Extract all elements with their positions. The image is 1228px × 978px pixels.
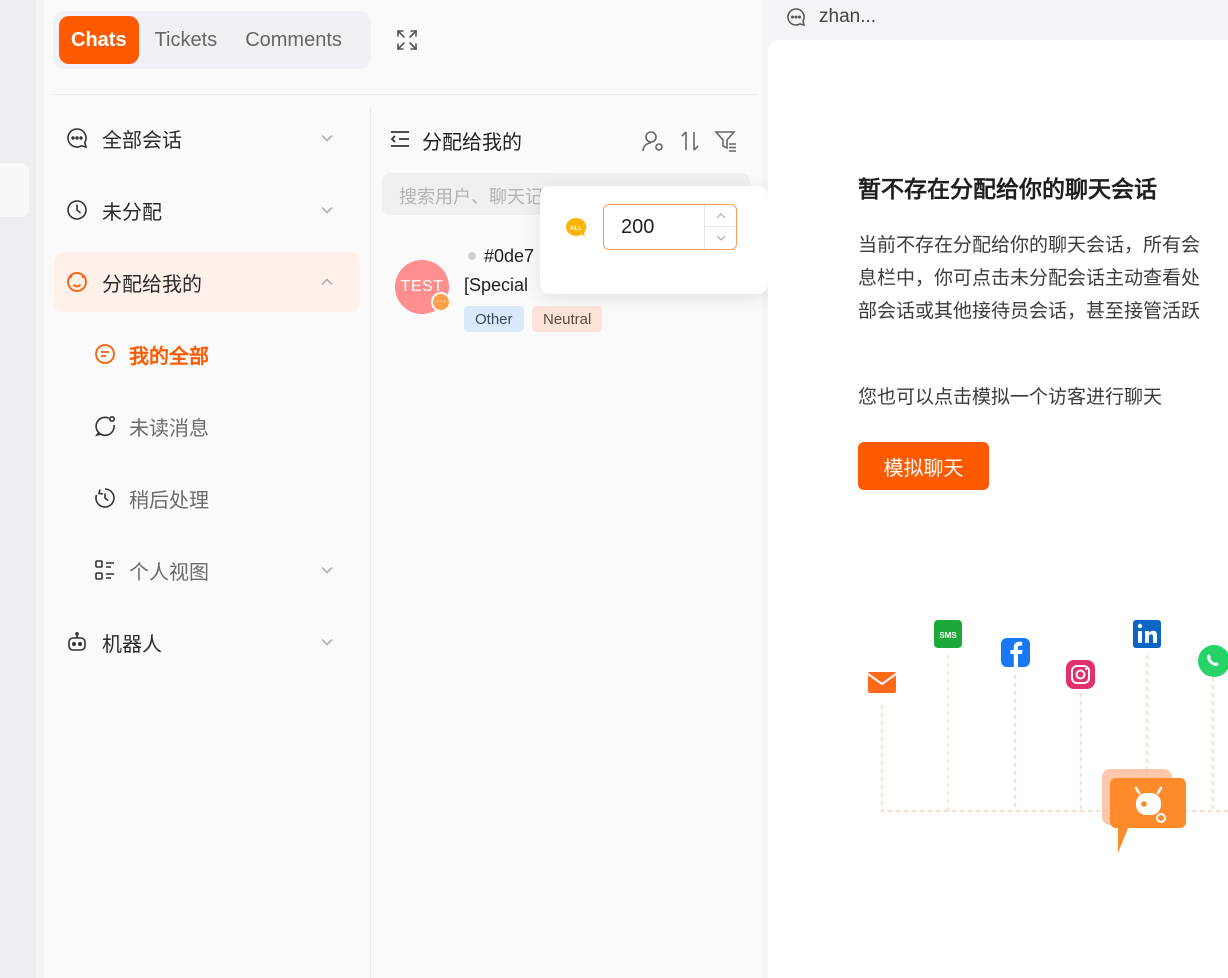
list-title: 分配给我的 xyxy=(422,132,522,154)
nav-subitem-my-all[interactable]: 我的全部 xyxy=(54,324,360,384)
number-stepper xyxy=(704,205,736,249)
divider xyxy=(370,108,371,978)
svg-text:SMS: SMS xyxy=(939,631,957,640)
clock-icon xyxy=(67,200,87,220)
brand-logo-icon xyxy=(1102,769,1186,853)
tag-label: Neutral xyxy=(532,306,603,332)
assign-user-icon[interactable] xyxy=(641,129,665,153)
chevron-down-icon xyxy=(321,206,333,214)
status-dot xyxy=(468,252,476,260)
channels-illustration: SMS xyxy=(860,620,1228,853)
edge-strip xyxy=(0,0,36,978)
history-clock-icon xyxy=(95,488,115,508)
edge-tab[interactable] xyxy=(0,163,29,217)
increment-button[interactable] xyxy=(705,205,736,227)
nav-label: 未分配 xyxy=(102,201,162,224)
tab-tickets[interactable]: Tickets xyxy=(143,16,230,64)
sms-icon: SMS xyxy=(934,620,962,648)
list-header: 分配给我的 xyxy=(388,124,748,156)
empty-state-hint: 您也可以点击模拟一个访客进行聊天 xyxy=(858,387,1163,408)
search-placeholder: 搜索用户、聊天记 xyxy=(399,187,543,207)
agent-name: zhan... xyxy=(819,6,877,27)
tab-chats[interactable]: Chats xyxy=(59,16,139,64)
nav-label: 未读消息 xyxy=(129,417,209,440)
chevron-down-icon xyxy=(716,235,726,241)
email-icon xyxy=(860,661,904,705)
nav-item-all-chats[interactable]: 全部会话 xyxy=(54,108,360,168)
smile-icon xyxy=(67,272,87,292)
limit-number-input[interactable]: 200 xyxy=(603,204,737,250)
chat-header: zhan... xyxy=(768,0,1228,40)
whatsapp-icon xyxy=(1198,645,1228,677)
facebook-icon xyxy=(1001,638,1030,667)
chat-badge-icon: ··· xyxy=(431,292,451,312)
chevron-up-icon xyxy=(321,278,333,286)
view-list-icon xyxy=(95,560,114,580)
all-badge-icon: ALL xyxy=(566,217,587,237)
description-line: 当前不存在分配给你的聊天会话，所有会 xyxy=(858,235,1201,256)
nav-label: 全部会话 xyxy=(102,129,182,152)
nav-label: 分配给我的 xyxy=(102,273,202,296)
empty-state-title: 暂不存在分配给你的聊天会话 xyxy=(858,176,1157,202)
filter-icon[interactable] xyxy=(714,129,738,153)
empty-state-description: 当前不存在分配给你的聊天会话，所有会 息栏中，你可点击未分配会话主动查看处 部会… xyxy=(858,229,1228,328)
sort-icon[interactable] xyxy=(678,129,702,153)
chevron-down-icon xyxy=(321,638,333,646)
limit-value: 200 xyxy=(621,216,655,238)
chat-bubble-icon xyxy=(787,8,806,27)
nav-subitem-personal-view[interactable]: 个人视图 xyxy=(54,540,360,600)
chevron-down-icon xyxy=(321,134,333,142)
svg-text:ALL: ALL xyxy=(570,225,583,232)
nav-label: 我的全部 xyxy=(129,345,209,368)
chevron-up-icon xyxy=(716,212,726,218)
nav-label: 机器人 xyxy=(102,633,162,656)
nav-item-assigned-to-me[interactable]: 分配给我的 xyxy=(54,252,360,312)
tab-comments[interactable]: Comments xyxy=(233,16,354,64)
nav-item-unassigned[interactable]: 未分配 xyxy=(54,180,360,240)
limit-popover: ALL 200 xyxy=(540,186,768,294)
robot-icon xyxy=(68,631,86,651)
simulate-chat-button[interactable]: 模拟聊天 xyxy=(858,442,989,490)
expand-icon[interactable] xyxy=(396,29,418,51)
instagram-icon xyxy=(1066,660,1095,689)
unread-message-icon xyxy=(94,415,116,437)
description-line: 部会话或其他接待员会话，甚至接管活跃 xyxy=(858,301,1201,322)
conversation-id: #0de7 xyxy=(484,246,535,266)
channel-tabs: Chats Tickets Comments xyxy=(53,11,371,69)
conversation-preview: [Special xyxy=(464,275,529,295)
description-line: 息栏中，你可点击未分配会话主动查看处 xyxy=(858,268,1201,289)
divider xyxy=(53,94,758,95)
sidebar-nav: 全部会话 未分配 分配给我的 我的全部 未读消息 稍后处理 个人视图 机器人 xyxy=(54,108,360,684)
nav-subitem-unread[interactable]: 未读消息 xyxy=(54,396,360,456)
nav-subitem-later[interactable]: 稍后处理 xyxy=(54,468,360,528)
nav-label: 稍后处理 xyxy=(129,489,209,512)
nav-label: 个人视图 xyxy=(129,561,209,584)
tag-label: Other xyxy=(464,306,524,332)
chat-bubble-icon xyxy=(67,128,88,149)
linkedin-icon xyxy=(1133,620,1161,648)
collapse-menu-icon[interactable] xyxy=(388,127,412,151)
message-icon xyxy=(95,344,115,364)
decrement-button[interactable] xyxy=(705,227,736,249)
nav-item-bot[interactable]: 机器人 xyxy=(54,612,360,672)
chevron-down-icon xyxy=(321,566,333,574)
